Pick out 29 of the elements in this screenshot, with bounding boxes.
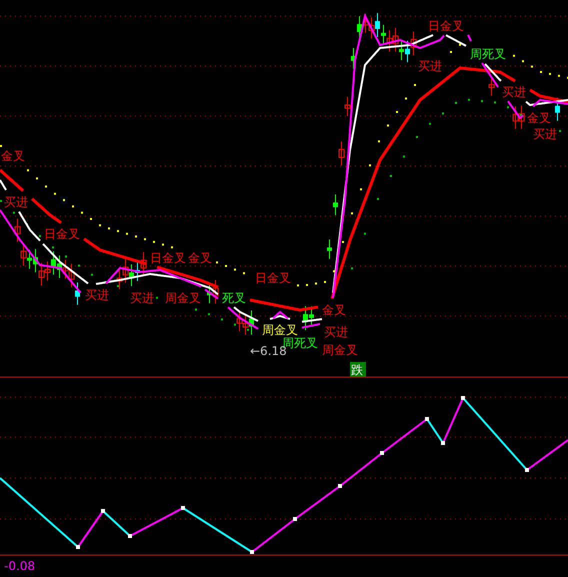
candlestick — [488, 76, 494, 96]
candlestick — [333, 194, 338, 216]
trend-badge: 跌 — [350, 362, 366, 377]
signal-label: 买进 — [502, 85, 526, 99]
candlestick — [555, 97, 560, 122]
candlestick — [327, 239, 332, 260]
candlestick — [338, 141, 344, 166]
signal-label: 金叉 — [322, 303, 346, 317]
signal-label: 金叉 — [188, 251, 212, 265]
signal-label: 周金叉 — [262, 323, 298, 337]
candlestick — [344, 96, 350, 117]
signal-label: 周死叉 — [470, 47, 506, 61]
signal-label: 周金叉 — [322, 343, 358, 357]
signal-label: 买进 — [85, 288, 109, 302]
candlestick — [351, 48, 356, 70]
signal-label: 日金叉 — [428, 19, 464, 33]
signal-label: 买进 — [533, 127, 557, 141]
signal-label: 买进 — [4, 195, 28, 209]
signal-label: 日金叉 — [150, 251, 186, 265]
indicator-value: -0.08 — [4, 559, 36, 573]
signal-label: 周金叉 — [165, 291, 201, 305]
signal-label: 买进 — [130, 291, 154, 305]
signal-label: 死叉 — [222, 291, 246, 305]
signal-label: 买进 — [418, 59, 442, 73]
signal-label: 金叉 — [1, 149, 25, 163]
signal-label: 买进 — [324, 325, 348, 339]
signal-label: 金叉 — [527, 111, 551, 125]
signal-label: 日金叉 — [255, 271, 291, 285]
signal-label: 日金叉 — [44, 227, 80, 241]
